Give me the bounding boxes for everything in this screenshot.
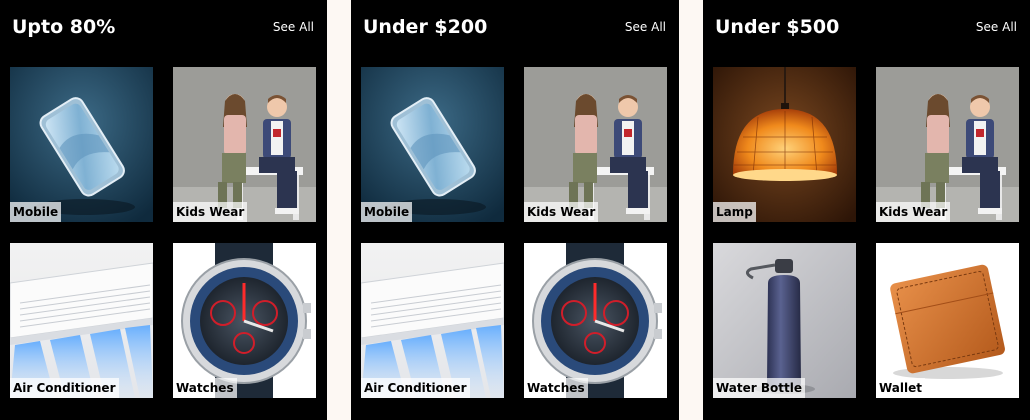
phone-icon bbox=[10, 67, 153, 222]
wallet-icon bbox=[876, 243, 1019, 398]
panel-title: Upto 80% bbox=[12, 16, 116, 38]
product-tile-watches[interactable]: Watches bbox=[173, 243, 316, 398]
product-tile-kids-wear[interactable]: Kids Wear bbox=[173, 67, 316, 222]
tile-label: Watches bbox=[173, 378, 237, 398]
watch-icon bbox=[173, 243, 316, 398]
kids-photo-icon bbox=[173, 67, 316, 222]
see-all-link[interactable]: See All bbox=[976, 19, 1017, 35]
tile-label: Water Bottle bbox=[713, 378, 805, 398]
deal-panel-under-500: Under $500 See All Lamp Kids Wear Water … bbox=[703, 0, 1030, 420]
product-tile-water-bottle[interactable]: Water Bottle bbox=[713, 243, 856, 398]
product-tile-watches[interactable]: Watches bbox=[524, 243, 667, 398]
product-tile-air-conditioner[interactable]: Air Conditioner bbox=[10, 243, 153, 398]
tile-label: Mobile bbox=[10, 202, 62, 222]
product-tile-mobile[interactable]: Mobile bbox=[10, 67, 153, 222]
tile-label: Air Conditioner bbox=[361, 378, 470, 398]
tile-label: Watches bbox=[524, 378, 588, 398]
tile-label: Kids Wear bbox=[524, 202, 599, 222]
product-tile-kids-wear[interactable]: Kids Wear bbox=[876, 67, 1019, 222]
tile-label: Kids Wear bbox=[876, 202, 951, 222]
air-conditioner-icon bbox=[10, 243, 153, 398]
product-tile-wallet[interactable]: Wallet bbox=[876, 243, 1019, 398]
tile-label: Lamp bbox=[713, 202, 756, 222]
kids-photo-icon bbox=[876, 67, 1019, 222]
deal-panel-upto-80: Upto 80% See All Mobile Kids Wear Air Co… bbox=[0, 0, 327, 420]
air-conditioner-icon bbox=[361, 243, 504, 398]
water-bottle-icon bbox=[713, 243, 856, 398]
tile-label: Mobile bbox=[361, 202, 413, 222]
tile-label: Kids Wear bbox=[173, 202, 248, 222]
product-tile-lamp[interactable]: Lamp bbox=[713, 67, 856, 222]
panel-title: Under $500 bbox=[715, 16, 840, 38]
product-tile-air-conditioner[interactable]: Air Conditioner bbox=[361, 243, 504, 398]
kids-photo-icon bbox=[524, 67, 667, 222]
phone-icon bbox=[361, 67, 504, 222]
see-all-link[interactable]: See All bbox=[273, 19, 314, 35]
product-tile-mobile[interactable]: Mobile bbox=[361, 67, 504, 222]
tile-label: Air Conditioner bbox=[10, 378, 119, 398]
tile-label: Wallet bbox=[876, 378, 926, 398]
deal-panel-under-200: Under $200 See All Mobile Kids Wear Air … bbox=[351, 0, 679, 420]
panel-title: Under $200 bbox=[363, 16, 488, 38]
product-tile-kids-wear[interactable]: Kids Wear bbox=[524, 67, 667, 222]
lamp-icon bbox=[713, 67, 856, 222]
see-all-link[interactable]: See All bbox=[625, 19, 666, 35]
watch-icon bbox=[524, 243, 667, 398]
